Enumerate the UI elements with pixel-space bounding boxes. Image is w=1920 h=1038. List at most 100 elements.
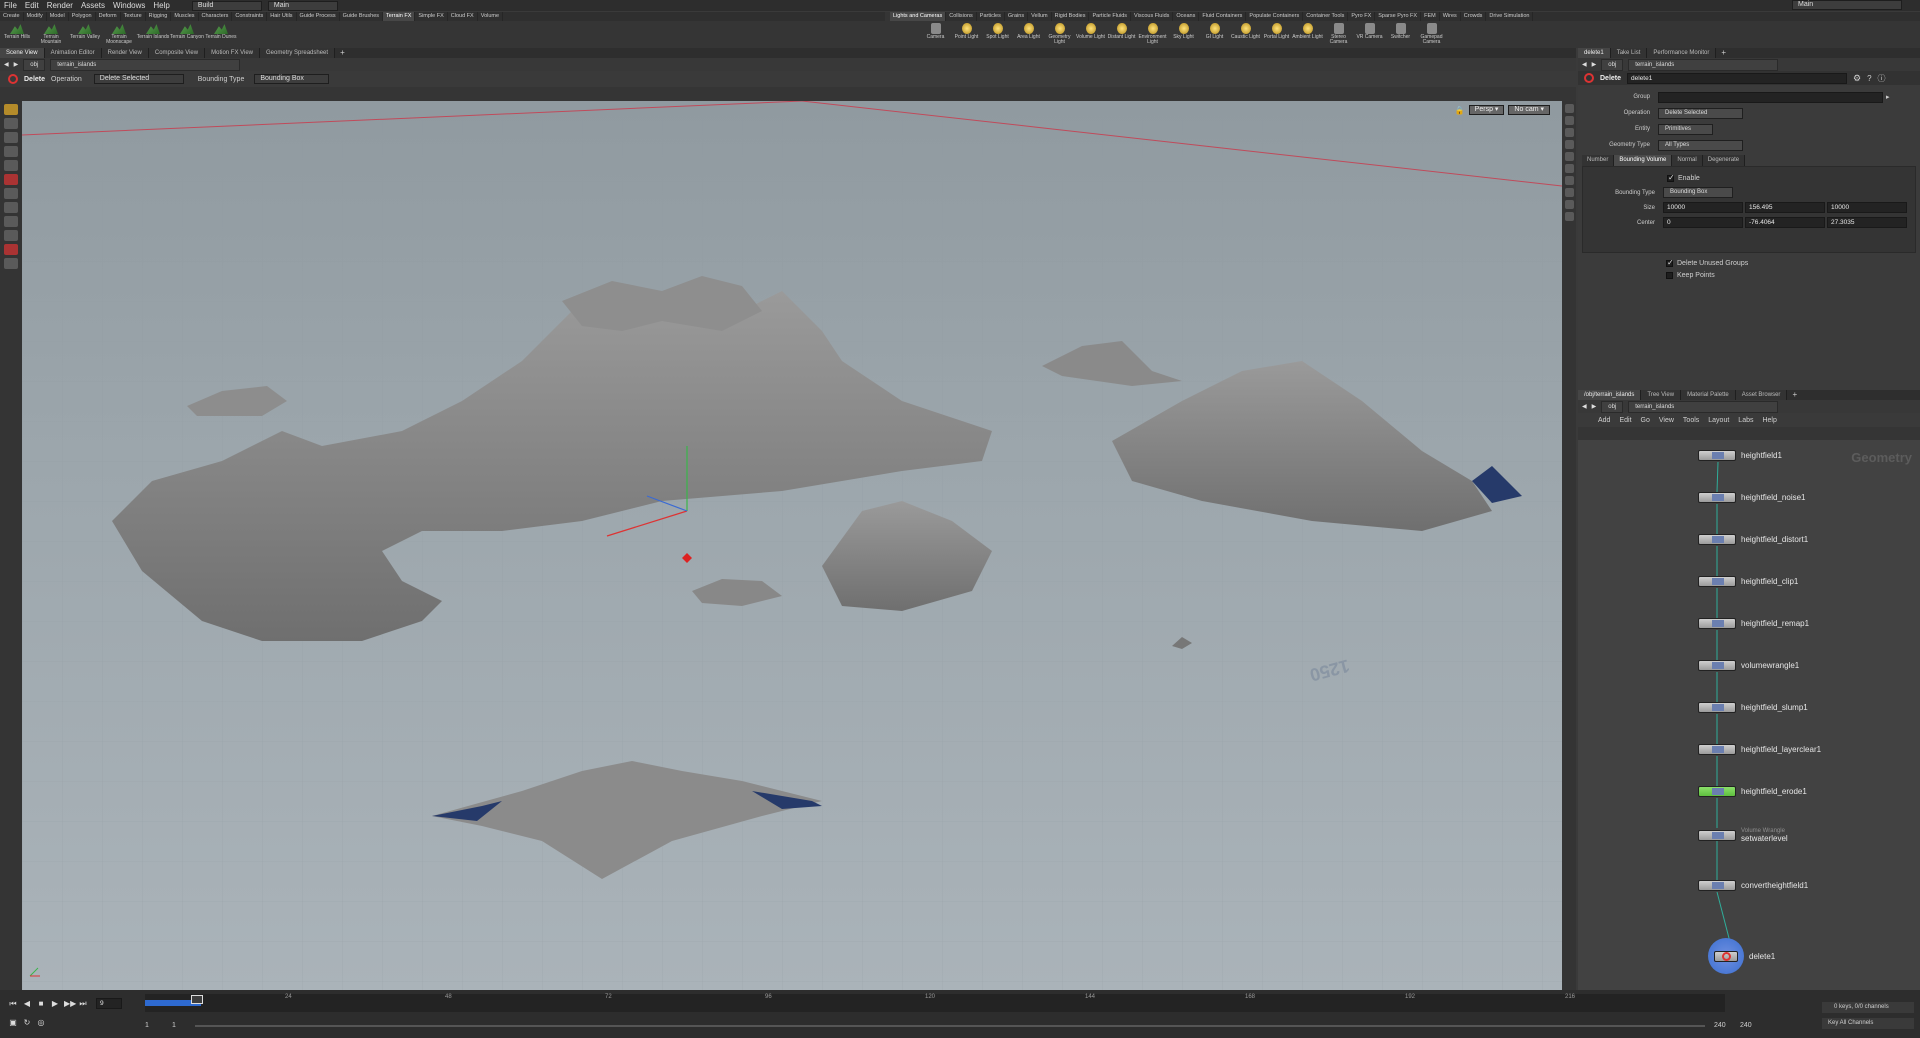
node-body[interactable] [1714, 950, 1738, 962]
shelf-tab[interactable]: Vellum [1028, 12, 1052, 21]
net-path-node[interactable]: terrain_islands [1628, 400, 1779, 413]
light-tool-button[interactable]: Camera [920, 21, 951, 48]
shelf-tab[interactable]: Grains [1005, 12, 1029, 21]
node-body[interactable] [1698, 660, 1736, 671]
light-tool-button[interactable]: Spot Light [982, 21, 1013, 48]
shelf-tab[interactable]: Guide Process [297, 12, 340, 21]
pane-tab[interactable]: Tree View [1641, 390, 1682, 400]
pane-tab[interactable]: Scene View [0, 48, 45, 58]
shelf-tab[interactable]: Muscles [171, 12, 199, 21]
magnet-tool-icon[interactable] [4, 244, 18, 255]
first-frame-icon[interactable]: ⏮ [8, 999, 18, 1009]
keys-status[interactable]: 0 keys, 0/0 channels [1822, 1002, 1914, 1013]
btype-select[interactable]: Bounding Box [1663, 187, 1733, 198]
shelf-tab[interactable]: Populate Containers [1246, 12, 1304, 21]
pane-tab[interactable]: Animation Editor [44, 48, 102, 58]
play-icon[interactable]: ▶ [50, 999, 60, 1009]
menu-file[interactable]: File [0, 0, 21, 11]
forward-arrow-icon[interactable]: ▶ [14, 61, 19, 68]
size-z-field[interactable]: 10000 [1827, 202, 1907, 213]
pane-tab[interactable]: Asset Browser [1735, 390, 1788, 400]
entity-select[interactable]: Primitives [1658, 123, 1713, 135]
shelf-tab[interactable]: Rigging [146, 12, 172, 21]
network-editor[interactable]: Geometry heightfield1 heightfield_noise1 h… [1578, 440, 1920, 990]
shelf-tab[interactable]: Drive Simulation [1486, 12, 1534, 21]
shelf-tab[interactable]: Sparse Pyro FX [1375, 12, 1422, 21]
size-y-field[interactable]: 156.495 [1745, 202, 1825, 213]
node-body[interactable] [1698, 618, 1736, 629]
lock-view-icon[interactable] [1564, 116, 1574, 125]
playhead[interactable] [191, 995, 203, 1004]
last-frame-icon[interactable]: ⏭ [78, 999, 88, 1009]
network-menu-item[interactable]: Add [1598, 417, 1610, 424]
light-tool-button[interactable]: GI Light [1199, 21, 1230, 48]
shelf-tab[interactable]: Rigid Bodies [1052, 12, 1090, 21]
light-tool-button[interactable]: Caustic Light [1230, 21, 1261, 48]
range-slider[interactable] [195, 1025, 1705, 1027]
help-icon[interactable]: ? [1867, 74, 1871, 83]
shelf-tab[interactable]: Fluid Containers [1199, 12, 1247, 21]
terrain-tool-button[interactable]: Terrain Dunes [204, 21, 238, 48]
node-body[interactable] [1698, 702, 1736, 713]
group-field[interactable] [1658, 91, 1883, 103]
node-body[interactable] [1698, 534, 1736, 545]
shelf-tab[interactable]: Container Tools [1303, 12, 1349, 21]
add-tab-icon[interactable]: + [335, 48, 350, 58]
move-tool-icon[interactable] [4, 118, 18, 129]
shelf-tab[interactable]: Hair Utils [267, 12, 297, 21]
stop-icon[interactable]: ■ [36, 999, 46, 1009]
node-name-field[interactable]: delete1 [1627, 72, 1848, 84]
wireframe-icon[interactable] [1564, 140, 1574, 149]
shelf-tab[interactable]: Wires [1440, 12, 1461, 21]
shelf-tab[interactable]: FEM [1421, 12, 1440, 21]
shelf-tab[interactable]: Collisions [946, 12, 977, 21]
operation-select[interactable]: Delete Selected [1658, 107, 1743, 119]
node-body[interactable] [1698, 880, 1736, 891]
scale-tool-icon[interactable] [4, 146, 18, 157]
context-select[interactable]: Main [267, 0, 338, 11]
prev-frame-icon[interactable]: ◀ [22, 999, 32, 1009]
lock-icon[interactable]: 🔒 [1455, 106, 1465, 115]
network-menu-item[interactable]: Layout [1708, 417, 1729, 424]
desktop-select[interactable]: Build [191, 0, 262, 11]
network-menu-item[interactable]: View [1659, 417, 1674, 424]
center-x-field[interactable]: 0 [1663, 217, 1743, 228]
back-arrow-icon[interactable]: ◀ [1582, 61, 1587, 68]
delete-unused-checkbox[interactable] [1666, 258, 1674, 267]
shelf-tab[interactable]: Deform [96, 12, 121, 21]
pane-tab[interactable]: Material Palette [1681, 390, 1736, 400]
audio-icon[interactable]: ◎ [36, 1018, 46, 1028]
paint-tool-icon[interactable] [4, 230, 18, 241]
terrain-tool-button[interactable]: Terrain Mountain [34, 21, 68, 48]
light-icon[interactable] [1564, 164, 1574, 173]
network-menu-item[interactable]: Labs [1738, 417, 1753, 424]
network-menu-item[interactable]: Help [1762, 417, 1776, 424]
snap-tool-icon[interactable] [4, 202, 18, 213]
node-body[interactable] [1698, 786, 1736, 797]
shelf-tab[interactable]: Model [47, 12, 69, 21]
op-select[interactable]: Delete Selected [93, 74, 184, 84]
parm-subtab[interactable]: Bounding Volume [1614, 155, 1673, 166]
menu-render[interactable]: Render [43, 0, 77, 11]
select-tool-icon[interactable] [4, 104, 18, 115]
node-body[interactable] [1698, 744, 1736, 755]
enable-checkbox[interactable] [1667, 173, 1675, 182]
light-tool-button[interactable]: Gamepad Camera [1416, 21, 1447, 48]
shelf-tab[interactable]: Pyro FX [1348, 12, 1376, 21]
network-node[interactable]: heightfield_noise1 [1698, 492, 1806, 503]
shelf-tab[interactable]: Create [0, 12, 24, 21]
path-node[interactable]: terrain_islands [50, 58, 241, 71]
geotype-select[interactable]: All Types [1658, 139, 1743, 151]
network-menu-item[interactable]: Tools [1683, 417, 1699, 424]
menu-help[interactable]: Help [149, 0, 173, 11]
shelf-tab[interactable]: Particle Fluids [1089, 12, 1132, 21]
3d-viewport[interactable]: 1250 🔒 Persp ▾ No cam ▾ [22, 101, 1562, 990]
light-tool-button[interactable]: Area Light [1013, 21, 1044, 48]
menu-edit[interactable]: Edit [21, 0, 43, 11]
back-arrow-icon[interactable]: ◀ [4, 61, 9, 68]
group-arrow-icon[interactable]: ▸ [1886, 93, 1890, 101]
network-node[interactable]: heightfield_distort1 [1698, 534, 1808, 545]
network-menu-item[interactable]: Go [1641, 417, 1650, 424]
shelf-tab[interactable]: Constraints [232, 12, 268, 21]
right-context-select[interactable]: Main [1792, 0, 1902, 10]
